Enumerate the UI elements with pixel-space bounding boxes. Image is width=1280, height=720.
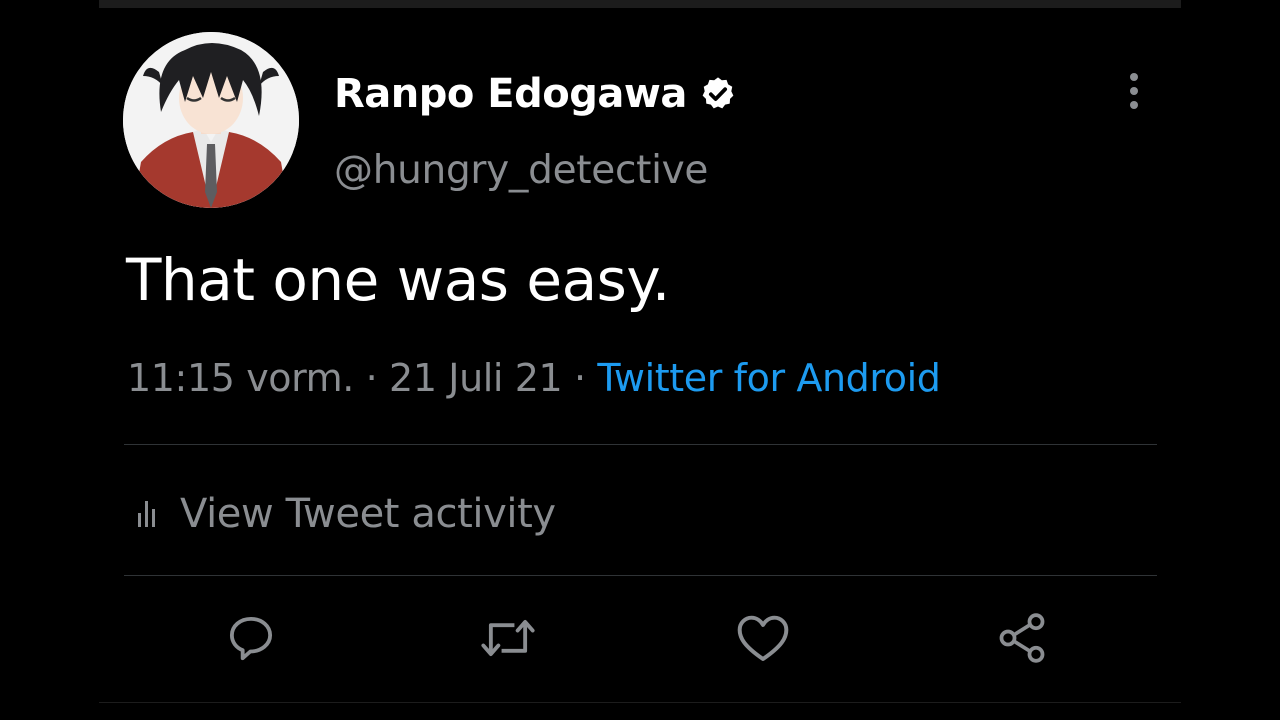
tweet-source-link[interactable]: Twitter for Android [597, 356, 940, 400]
reply-button[interactable] [221, 608, 281, 668]
retweet-button[interactable] [478, 608, 538, 668]
author-name-row[interactable]: Ranpo Edogawa [334, 66, 737, 122]
divider [124, 575, 1157, 576]
activity-label: View Tweet activity [180, 491, 556, 537]
avatar[interactable] [123, 32, 299, 208]
tweet-date: 21 Juli 21 [389, 356, 563, 400]
top-bar [99, 0, 1181, 8]
meta-separator: · [365, 356, 378, 400]
tweet-time: 11:15 vorm. [127, 356, 354, 400]
like-button[interactable] [733, 608, 793, 668]
view-tweet-activity-button[interactable]: View Tweet activity [136, 486, 556, 542]
share-icon [999, 613, 1045, 663]
tweet-text: That one was easy. [126, 246, 670, 314]
divider [124, 444, 1157, 445]
anime-avatar-icon [123, 32, 299, 208]
display-name[interactable]: Ranpo Edogawa [334, 71, 687, 117]
verified-badge-icon [702, 77, 734, 109]
bottom-divider [99, 702, 1181, 703]
retweet-icon [481, 620, 535, 657]
meta-separator: · [574, 356, 586, 400]
user-handle[interactable]: @hungry_detective [334, 148, 708, 193]
comment-icon [229, 616, 273, 661]
share-button[interactable] [992, 608, 1052, 668]
tweet-metadata: 11:15 vorm. · 21 Juli 21 · Twitter for A… [127, 356, 941, 400]
heart-icon [737, 615, 789, 661]
activity-chart-icon [138, 501, 155, 527]
more-options-icon[interactable] [1120, 70, 1148, 112]
